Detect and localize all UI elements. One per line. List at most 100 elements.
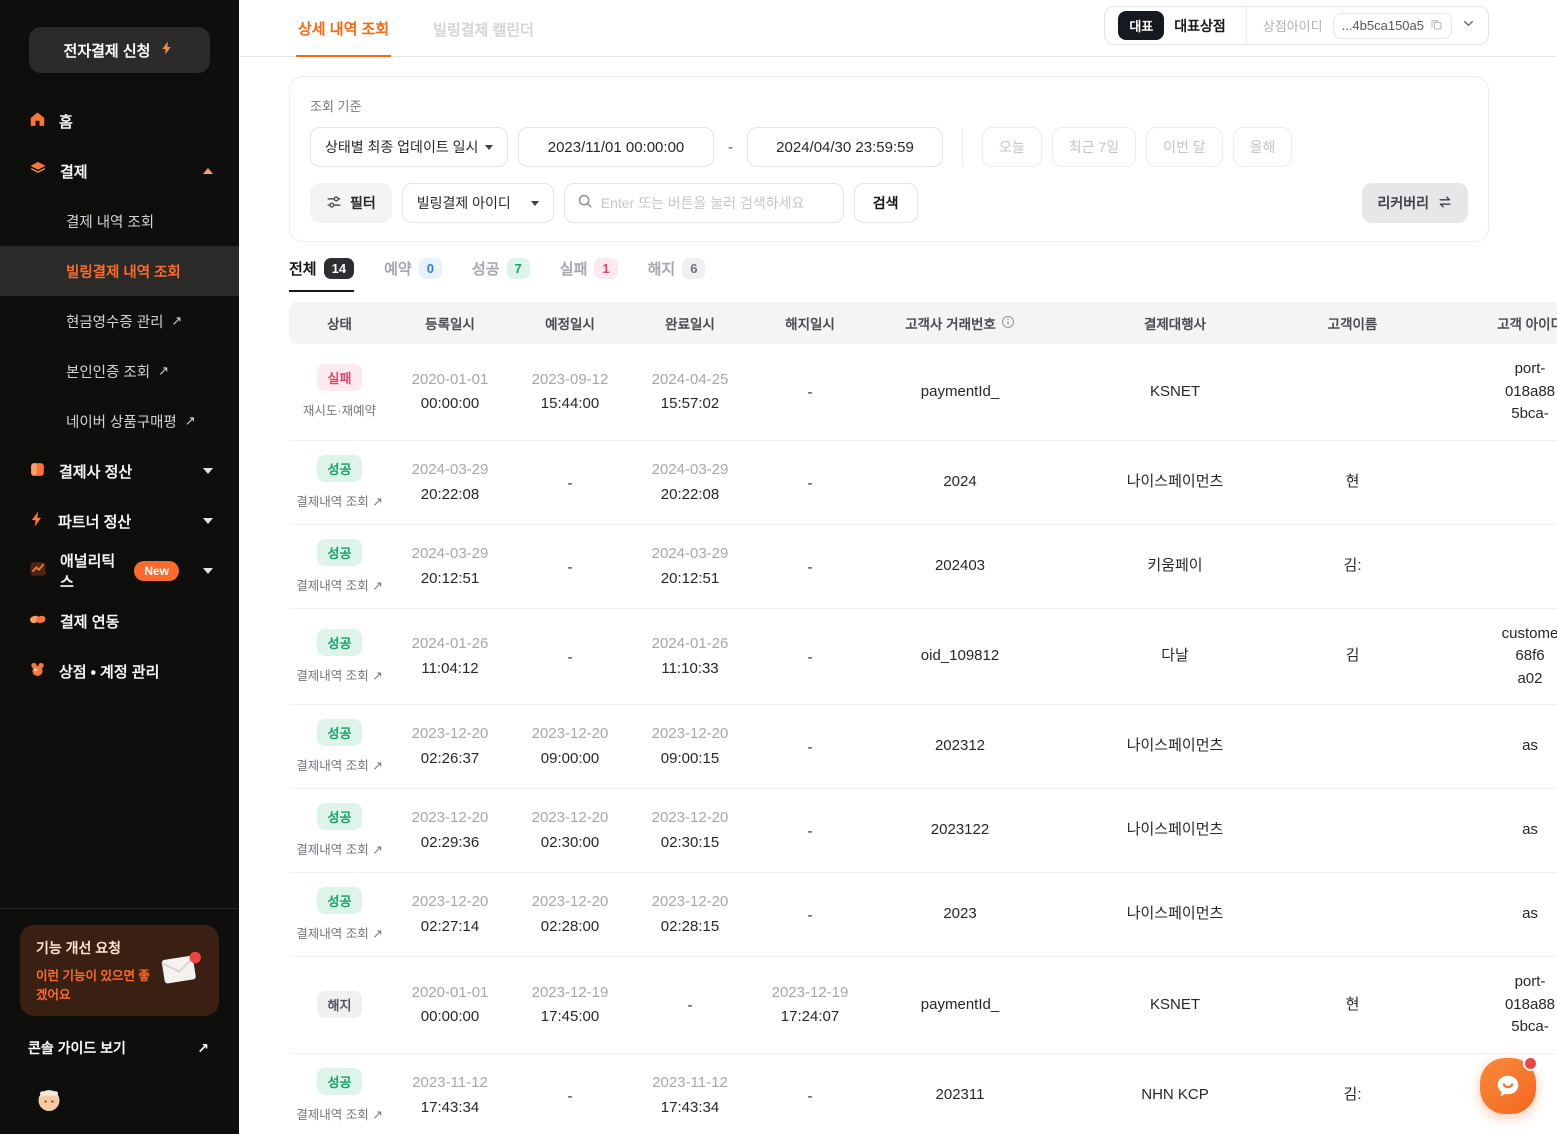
- col-label: 고객사 거래번호: [905, 313, 996, 333]
- cell-merchant-txn-id: 202311: [870, 1084, 1050, 1107]
- criteria-dropdown[interactable]: 상태별 최종 업데이트 일시: [310, 127, 508, 167]
- cell-pg-provider: KSNET: [1050, 381, 1300, 404]
- sidebar-item-payment-history[interactable]: 결제 내역 조회: [0, 196, 239, 246]
- table-row[interactable]: 성공결제내역 조회 ↗2024-03-2920:12:51-2024-03-29…: [289, 525, 1557, 609]
- status-badge: 성공: [317, 887, 363, 914]
- table-row[interactable]: 성공결제내역 조회 ↗2024-01-2611:04:12-2024-01-26…: [289, 609, 1557, 706]
- time-part: 02:28:00: [541, 916, 599, 938]
- date-part: 2023-12-19: [772, 982, 849, 1004]
- cell-merchant-txn-id-value: 2023: [943, 903, 976, 926]
- quick-range-this-month-button[interactable]: 이번 달: [1146, 127, 1223, 167]
- sidebar-item-payments[interactable]: 결제: [0, 146, 239, 196]
- date-part: 2023-12-20: [532, 891, 609, 913]
- user-avatar[interactable]: [34, 1084, 64, 1114]
- cell-registered-at: 2023-11-1217:43:34: [390, 1072, 510, 1119]
- chevron-down-icon: [203, 468, 213, 474]
- copy-icon[interactable]: [1430, 18, 1443, 34]
- sidebar-item-billing-history[interactable]: 빌링결제 내역 조회: [0, 246, 239, 296]
- sidebar-item-partner-settlement[interactable]: 파트너 정산: [0, 496, 239, 546]
- table-row[interactable]: 성공결제내역 조회 ↗2023-11-1217:43:34-2023-11-12…: [289, 1054, 1557, 1134]
- quick-range-today-button[interactable]: 오늘: [982, 127, 1042, 167]
- sidebar-item-store-account[interactable]: 상점 ・ 계정 관리: [0, 646, 239, 696]
- cell-pg-provider-value: 나이스페이먼츠: [1127, 471, 1224, 494]
- cell-status: 성공결제내역 조회 ↗: [289, 629, 390, 684]
- payment-detail-link[interactable]: 결제내역 조회 ↗: [296, 665, 382, 684]
- console-guide-link[interactable]: 콘솔 가이드 보기 ↗: [20, 1038, 219, 1058]
- sidebar-item-label: 상점 ・ 계정 관리: [59, 661, 159, 682]
- cell-completed-at: 2023-12-2009:00:15: [630, 723, 750, 770]
- table-row[interactable]: 성공결제내역 조회 ↗2024-03-2920:22:08-2024-03-29…: [289, 441, 1557, 525]
- customer-id-value: as: [1522, 819, 1538, 842]
- external-link-icon: ↗: [185, 413, 196, 429]
- info-icon[interactable]: [1001, 315, 1015, 332]
- payment-detail-link[interactable]: 결제내역 조회 ↗: [296, 923, 382, 942]
- home-icon: [28, 110, 47, 133]
- payment-detail-link[interactable]: 결제내역 조회 ↗: [296, 1104, 382, 1123]
- tab-label: 빌링결제 캘린더: [433, 22, 534, 39]
- search-input[interactable]: [601, 195, 831, 211]
- date-from-input[interactable]: 2023/11/01 00:00:00: [518, 127, 714, 167]
- payment-detail-link[interactable]: 결제내역 조회 ↗: [296, 491, 382, 510]
- payment-detail-link[interactable]: 결제내역 조회 ↗: [296, 575, 382, 594]
- time-part: -: [808, 382, 813, 404]
- filter-button[interactable]: 필터: [310, 183, 392, 223]
- cell-merchant-txn-id-value: paymentId_: [921, 381, 999, 404]
- tab-detail-history[interactable]: 상세 내역 조회: [296, 18, 391, 57]
- customer-id-value: as: [1522, 735, 1538, 758]
- status-tab-success[interactable]: 성공 7: [472, 258, 530, 292]
- time-part: -: [568, 473, 573, 495]
- col-customer-name: 고객이름: [1300, 313, 1405, 333]
- sidebar-item-pg-settlement[interactable]: 결제사 정산: [0, 446, 239, 496]
- sidebar-item-home[interactable]: 홈: [0, 96, 239, 146]
- recovery-button[interactable]: 리커버리: [1362, 183, 1468, 223]
- sidebar-item-analytics[interactable]: 애널리틱스 New: [0, 546, 239, 596]
- table-row[interactable]: 실패재시도·재예약2020-01-0100:00:002023-09-1215:…: [289, 344, 1557, 441]
- store-selector[interactable]: 대표 대표상점 상점아이디 ...4b5ca150a5: [1104, 6, 1489, 45]
- sidebar-item-label: 홈: [59, 111, 73, 132]
- cell-pg-provider: 다날: [1050, 645, 1300, 668]
- sidebar-subitem-label: 결제 내역 조회: [66, 211, 154, 232]
- payment-detail-link[interactable]: 결제내역 조회 ↗: [296, 839, 382, 858]
- status-count-badge: 6: [682, 258, 705, 279]
- search-type-dropdown[interactable]: 빌링결제 아이디: [402, 183, 554, 223]
- chat-widget-button[interactable]: [1480, 1058, 1536, 1114]
- time-part: 17:43:34: [661, 1097, 719, 1119]
- date-part: 2023-12-20: [652, 723, 729, 745]
- customer-id-value: custome 68f6 a02: [1502, 623, 1557, 691]
- sidebar-item-cash-receipt[interactable]: 현금영수증 관리 ↗: [0, 296, 239, 346]
- status-tab-reserved[interactable]: 예약 0: [384, 258, 442, 292]
- e-payment-apply-button[interactable]: 전자결제 신청: [29, 27, 210, 73]
- table-row[interactable]: 성공결제내역 조회 ↗2023-12-2002:29:362023-12-200…: [289, 789, 1557, 873]
- status-tab-cancelled[interactable]: 해지 6: [648, 258, 706, 292]
- tab-billing-calendar[interactable]: 빌링결제 캘린더: [431, 19, 536, 56]
- table-row[interactable]: 성공결제내역 조회 ↗2023-12-2002:27:142023-12-200…: [289, 873, 1557, 957]
- sidebar-item-naver-review[interactable]: 네이버 상품구매평 ↗: [0, 396, 239, 446]
- time-part: 02:30:00: [541, 832, 599, 854]
- external-link-icon: ↗: [197, 1040, 209, 1057]
- search-type-value: 빌링결제 아이디: [417, 193, 511, 213]
- col-pg-provider: 결제대행사: [1050, 313, 1300, 333]
- feature-request-card[interactable]: 기능 개선 요청 이런 기능이 있으면 좋겠어요: [20, 925, 219, 1016]
- external-link-icon: ↗: [171, 313, 182, 329]
- time-part: 02:28:15: [661, 916, 719, 938]
- quick-range-7days-button[interactable]: 최근 7일: [1052, 127, 1136, 167]
- retry-reschedule-link[interactable]: 재시도·재예약: [303, 400, 376, 419]
- time-part: -: [808, 647, 813, 669]
- date-range-separator: -: [728, 139, 733, 156]
- cell-cancelled-at: -: [750, 902, 870, 927]
- cell-completed-at: 2024-01-2611:10:33: [630, 633, 750, 680]
- search-button[interactable]: 검색: [854, 183, 918, 223]
- cell-merchant-txn-id-value: 202403: [935, 555, 985, 578]
- quick-range-this-year-button[interactable]: 올해: [1233, 127, 1293, 167]
- table-row[interactable]: 해지2020-01-0100:00:002023-12-1917:45:00-2…: [289, 957, 1557, 1054]
- date-to-input[interactable]: 2024/04/30 23:59:59: [747, 127, 943, 167]
- store-id-value[interactable]: ...4b5ca150a5: [1333, 13, 1452, 39]
- sidebar-item-payment-integration[interactable]: 결제 연동: [0, 596, 239, 646]
- status-tab-failed[interactable]: 실패 1: [560, 258, 618, 292]
- table-row[interactable]: 성공결제내역 조회 ↗2023-12-2002:26:372023-12-200…: [289, 705, 1557, 789]
- date-part: 2023-12-20: [412, 807, 489, 829]
- payment-detail-link[interactable]: 결제내역 조회 ↗: [296, 755, 382, 774]
- sidebar-item-identity-verification[interactable]: 본인인증 조회 ↗: [0, 346, 239, 396]
- status-tab-all[interactable]: 전체 14: [289, 258, 354, 292]
- notification-dot: [1523, 1056, 1538, 1071]
